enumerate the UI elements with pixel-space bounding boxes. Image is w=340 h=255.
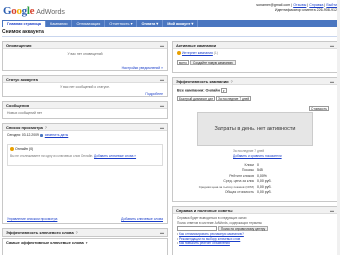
campaign-count: (1) <box>213 51 218 55</box>
spend-chart: Затраты в день. нет активности <box>197 112 313 146</box>
stat-row: Общая стоимость 0,00 руб. <box>224 190 272 195</box>
calendar-icon <box>39 133 43 137</box>
adwords-logo[interactable]: Google AdWords <box>3 3 65 17</box>
tab-home[interactable]: Главная страница <box>3 21 47 27</box>
google-wordmark: Google <box>3 5 35 17</box>
account-email: sonamer@gmail.com <box>256 3 291 7</box>
edit-dates-link[interactable]: изменить даты <box>45 133 68 137</box>
campaign-select[interactable]: ▾ <box>221 88 227 93</box>
watchlist-date: Сегодня: 03.12.2009 <box>7 133 39 137</box>
compare-metrics-link[interactable]: Добавить и сравнить показатели <box>233 154 282 158</box>
metric-select[interactable]: Стоимость <box>309 106 329 112</box>
collapse-icon[interactable]: ▬ <box>330 43 334 48</box>
create-campaign-button[interactable]: Создайте новую кампанию <box>190 60 236 66</box>
tab-billing[interactable]: Оплата ▾ <box>137 20 164 27</box>
help-line-2: Поиск ответов в системе AdWords, содержа… <box>177 220 262 225</box>
watchlist-campaign-name: Онлайн (0) <box>15 147 34 151</box>
signout-link[interactable]: Выйти <box>326 3 337 7</box>
performance-stats: Клики 0 Показы 545 Рейтинг кликов 0,00% Сре… <box>177 162 337 195</box>
perf-title: Эффективность кампании <box>176 78 229 84</box>
top-keywords-panel: Самые эффективные ключевые слова ▾ <box>2 238 168 255</box>
collapse-icon[interactable]: ▬ <box>160 77 164 82</box>
collapse-icon[interactable]: ▬ <box>330 208 334 213</box>
messages-title: Сообщения <box>6 102 30 108</box>
all-campaigns-label: Все кампании: Онлайн <box>177 88 220 93</box>
date-range-type-select[interactable]: Быстрый диапазон дат <box>177 96 215 102</box>
collapse-icon[interactable]: ▬ <box>160 103 164 108</box>
page-title: Снимок аккаунта <box>2 29 44 35</box>
tab-reporting[interactable]: Отчетность ▾ <box>105 20 138 27</box>
messages-panel: Сообщения ▬ Новых сообщений нет <box>2 101 168 119</box>
alerts-empty-text: У вас нет оповещений <box>67 52 103 56</box>
chart-note: За последние 7 дней <box>233 149 265 153</box>
tab-my-account[interactable]: Мой аккаунт ▾ <box>163 20 199 27</box>
collapse-icon[interactable]: ▬ <box>160 125 164 130</box>
watchlist-panel: Список просмотра? ▬ Сегодня: 03.12.2009 … <box>2 123 168 224</box>
date-period-select[interactable]: За последние 7 дней <box>216 96 252 102</box>
title-divider <box>2 36 338 37</box>
notification-settings-link[interactable]: Настройки уведомлений » <box>122 66 163 70</box>
status-empty-text: У вас нет сообщений о статусе. <box>60 85 110 89</box>
help-icon[interactable]: ? <box>231 80 233 84</box>
campaign-status-icon <box>10 147 14 152</box>
collapse-icon[interactable]: ▬ <box>160 43 164 48</box>
active-campaigns-panel: Активные кампании ▬ Интернет кампания (1)… <box>172 41 338 73</box>
top-kw-title: Самые эффективные ключевые слова <box>6 240 84 245</box>
keyword-performance-panel: Эффективность ключевого слова? ▬ <box>2 228 168 237</box>
feedback-link[interactable]: Отзывы <box>293 3 306 7</box>
active-campaigns-title: Активные кампании <box>176 42 217 48</box>
chart-empty-text: Затраты в день. нет активности <box>214 126 296 132</box>
help-article-link[interactable]: Рекомендации по выбору ключевых слов <box>179 237 240 241</box>
watchlist-campaign-box: Онлайн (0) Вы не отслеживаете ни одну из… <box>7 144 163 166</box>
campaign-filter-select[interactable]: всего <box>177 60 189 66</box>
account-status-panel: Статус аккаунта ▬ У вас нет сообщений о с… <box>2 75 168 97</box>
customer-id: Идентификатор клиента 226-908-912 <box>274 7 337 12</box>
help-article-link[interactable]: Как повысить рейтинг объявления <box>179 241 230 245</box>
help-search-button[interactable]: Поиск по справочному центру <box>217 226 269 231</box>
add-keywords-link-bottom[interactable]: Добавить ключевые слова <box>121 217 163 221</box>
help-title: Справка и полезные советы <box>176 207 233 213</box>
account-toplinks: sonamer@gmail.com | Отзывы | Справка | В… <box>256 3 337 12</box>
tab-optimization[interactable]: Оптимизация <box>72 20 106 27</box>
dropdown-icon[interactable]: ▾ <box>86 241 88 245</box>
add-keywords-link[interactable]: Добавить ключевые слова » <box>94 154 136 158</box>
watchlist-empty-text: Вы не отслеживаете ни одну из ключевых с… <box>10 154 94 159</box>
manage-watchlist-link[interactable]: Управление списком просмотра <box>7 217 57 221</box>
campaign-performance-panel: Эффективность кампании? ▬ Все кампании: … <box>172 77 338 202</box>
status-title: Статус аккаунта <box>6 76 38 82</box>
messages-empty-text: Новых сообщений нет <box>7 111 43 115</box>
help-search-input[interactable] <box>177 226 217 231</box>
watchlist-title: Список просмотра <box>6 124 43 130</box>
alerts-panel: Оповещения ▬ У вас нет оповещений Настрой… <box>2 41 168 71</box>
alerts-title: Оповещения <box>6 42 32 48</box>
main-nav: Главная страница Кампании Оптимизация От… <box>2 20 338 27</box>
campaign-status-icon <box>177 51 181 56</box>
product-name: AdWords <box>36 9 65 16</box>
help-icon[interactable]: ? <box>45 126 47 130</box>
collapse-icon[interactable]: ▬ <box>330 79 334 84</box>
help-icon[interactable]: ? <box>76 231 78 235</box>
help-article-link[interactable]: Как оптимизировать рекламную кампанию? <box>179 232 244 236</box>
collapse-icon[interactable]: ▬ <box>160 230 164 235</box>
status-more-link[interactable]: Подробнее <box>145 92 163 96</box>
help-tips-panel: Справка и полезные советы ▬ Справка буде… <box>172 206 338 255</box>
campaign-link[interactable]: Интернет кампания <box>182 51 213 55</box>
kw-perf-title: Эффективность ключевого слова <box>6 230 74 235</box>
help-link[interactable]: Справка <box>309 3 323 7</box>
tab-campaigns[interactable]: Кампании <box>46 20 73 27</box>
